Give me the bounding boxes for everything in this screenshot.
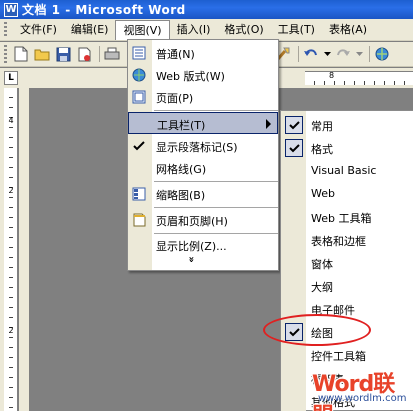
new-document-icon[interactable] bbox=[12, 45, 30, 63]
header-footer-icon bbox=[131, 212, 147, 228]
view-menu-item-toolbars[interactable]: 工具栏(T) bbox=[128, 112, 278, 134]
menu-item-label: 缩略图(B) bbox=[156, 189, 206, 202]
ruler-number: 2 bbox=[8, 186, 14, 195]
menu-table[interactable]: 表格(A) bbox=[322, 20, 374, 40]
check-icon bbox=[131, 138, 147, 154]
open-folder-icon[interactable] bbox=[33, 45, 51, 63]
title-bar: W 文档 1 - Microsoft Word bbox=[0, 0, 413, 19]
window-title: 文档 1 - Microsoft Word bbox=[22, 3, 186, 17]
web-layout-icon bbox=[131, 67, 147, 83]
watermark-url: www.wordlm.com bbox=[318, 393, 407, 404]
redo-dropdown-chevron-icon[interactable] bbox=[355, 45, 363, 63]
word-app-icon[interactable]: W bbox=[4, 2, 18, 17]
toolbar-item-standard[interactable]: 常用 bbox=[281, 114, 413, 136]
toolbar-item-web-tools[interactable]: Web 工具箱 bbox=[281, 206, 413, 228]
toolbar-item-label: 控件工具箱 bbox=[311, 350, 366, 363]
menu-item-label: Web 版式(W) bbox=[156, 70, 225, 83]
ruler-gap bbox=[19, 88, 29, 411]
toolbar-item-label: Web bbox=[311, 187, 335, 200]
toolbar-item-label: 大纲 bbox=[311, 281, 333, 294]
toolbar-item-visual-basic[interactable]: Visual Basic bbox=[281, 160, 413, 182]
toolbar-item-label: Web 工具箱 bbox=[311, 212, 372, 225]
ruler-number: 8 bbox=[329, 71, 335, 80]
toolbar-item-outline[interactable]: 大纲 bbox=[281, 275, 413, 297]
menu-bar: 文件(F) 编辑(E) 视图(V) 插入(I) 格式(O) 工具(T) 表格(A… bbox=[0, 19, 413, 41]
tab-stop-selector[interactable]: L bbox=[4, 71, 18, 85]
menu-item-label: 普通(N) bbox=[156, 48, 195, 61]
watermark: Word联盟 www.wordlm.com bbox=[308, 366, 413, 411]
ruler-number: 4 bbox=[8, 116, 14, 125]
view-menu-item-thumbnails[interactable]: 缩略图(B) bbox=[128, 183, 278, 205]
view-menu-item-page-layout[interactable]: 页面(P) bbox=[128, 86, 278, 108]
view-menu-item-normal[interactable]: 普通(N) bbox=[128, 42, 278, 64]
view-menu-item-header-footer[interactable]: 页眉和页脚(H) bbox=[128, 209, 278, 231]
menubar-grip-handle[interactable] bbox=[4, 21, 7, 38]
toolbar-item-tables-borders[interactable]: 表格和边框 bbox=[281, 229, 413, 251]
toolbar-separator bbox=[99, 46, 100, 62]
check-icon bbox=[285, 139, 303, 157]
toolbar-item-label: 格式 bbox=[311, 143, 333, 156]
toolbar-grip-handle[interactable] bbox=[4, 45, 7, 63]
toolbar-separator bbox=[369, 46, 370, 62]
view-menu-item-show-paragraph-marks[interactable]: 显示段落标记(S) bbox=[128, 135, 278, 157]
view-menu-item-web-layout[interactable]: Web 版式(W) bbox=[128, 64, 278, 86]
menu-edit[interactable]: 编辑(E) bbox=[64, 20, 116, 40]
toolbar-item-forms[interactable]: 窗体 bbox=[281, 252, 413, 274]
undo-icon[interactable] bbox=[302, 45, 320, 63]
horizontal-ruler[interactable]: 8 bbox=[305, 71, 413, 85]
toolbar-item-formatting[interactable]: 格式 bbox=[281, 137, 413, 159]
watermark-logo: Word联盟 bbox=[312, 372, 395, 411]
toolbar-item-web[interactable]: Web bbox=[281, 183, 413, 205]
view-menu-item-gridlines[interactable]: 网格线(G) bbox=[128, 157, 278, 179]
toolbar-item-label: 表格和边框 bbox=[311, 235, 366, 248]
menu-item-label: 工具栏(T) bbox=[157, 119, 206, 132]
expand-menu-chevron-icon[interactable]: » bbox=[186, 256, 197, 262]
view-menu-item-zoom[interactable]: 显示比例(Z)... bbox=[128, 234, 278, 256]
menu-item-label: 页面(P) bbox=[156, 92, 194, 105]
menu-view[interactable]: 视图(V) bbox=[115, 19, 170, 40]
menu-item-label: 显示比例(Z)... bbox=[156, 240, 227, 253]
menu-separator bbox=[154, 181, 278, 182]
annotation-oval bbox=[263, 314, 371, 346]
page-layout-icon bbox=[131, 89, 147, 105]
menu-item-label: 显示段落标记(S) bbox=[156, 141, 238, 154]
hyperlink-globe-icon[interactable] bbox=[373, 45, 391, 63]
permission-icon[interactable] bbox=[75, 45, 93, 63]
menu-insert[interactable]: 插入(I) bbox=[170, 20, 218, 40]
toolbar-item-label: Visual Basic bbox=[311, 164, 377, 177]
toolbar-item-label: 窗体 bbox=[311, 258, 333, 271]
view-menu-dropdown: 普通(N) Web 版式(W) 页面(P) 工具栏(T) 显示段落标记(S) 网… bbox=[127, 39, 279, 271]
menu-tools[interactable]: 工具(T) bbox=[271, 20, 322, 40]
redo-icon[interactable] bbox=[334, 45, 352, 63]
toolbar-item-control-toolbox[interactable]: 控件工具箱 bbox=[281, 344, 413, 366]
menu-item-label: 页眉和页脚(H) bbox=[156, 215, 228, 228]
submenu-arrow-icon bbox=[266, 119, 271, 129]
check-icon bbox=[285, 116, 303, 134]
print-icon[interactable] bbox=[103, 45, 121, 63]
normal-view-icon bbox=[131, 45, 147, 61]
menu-item-label: 网格线(G) bbox=[156, 163, 207, 176]
ruler-number: 2 bbox=[8, 326, 14, 335]
menu-separator bbox=[154, 110, 278, 111]
toolbar-separator bbox=[298, 46, 299, 62]
toolbar-item-label: 常用 bbox=[311, 120, 333, 133]
vertical-ruler[interactable]: 4 2 2 bbox=[4, 88, 18, 411]
thumbnails-icon bbox=[131, 186, 147, 202]
undo-dropdown-chevron-icon[interactable] bbox=[323, 45, 331, 63]
menu-format[interactable]: 格式(O) bbox=[217, 20, 270, 40]
menu-file[interactable]: 文件(F) bbox=[13, 20, 64, 40]
save-icon[interactable] bbox=[54, 45, 72, 63]
menu-separator bbox=[154, 207, 278, 208]
